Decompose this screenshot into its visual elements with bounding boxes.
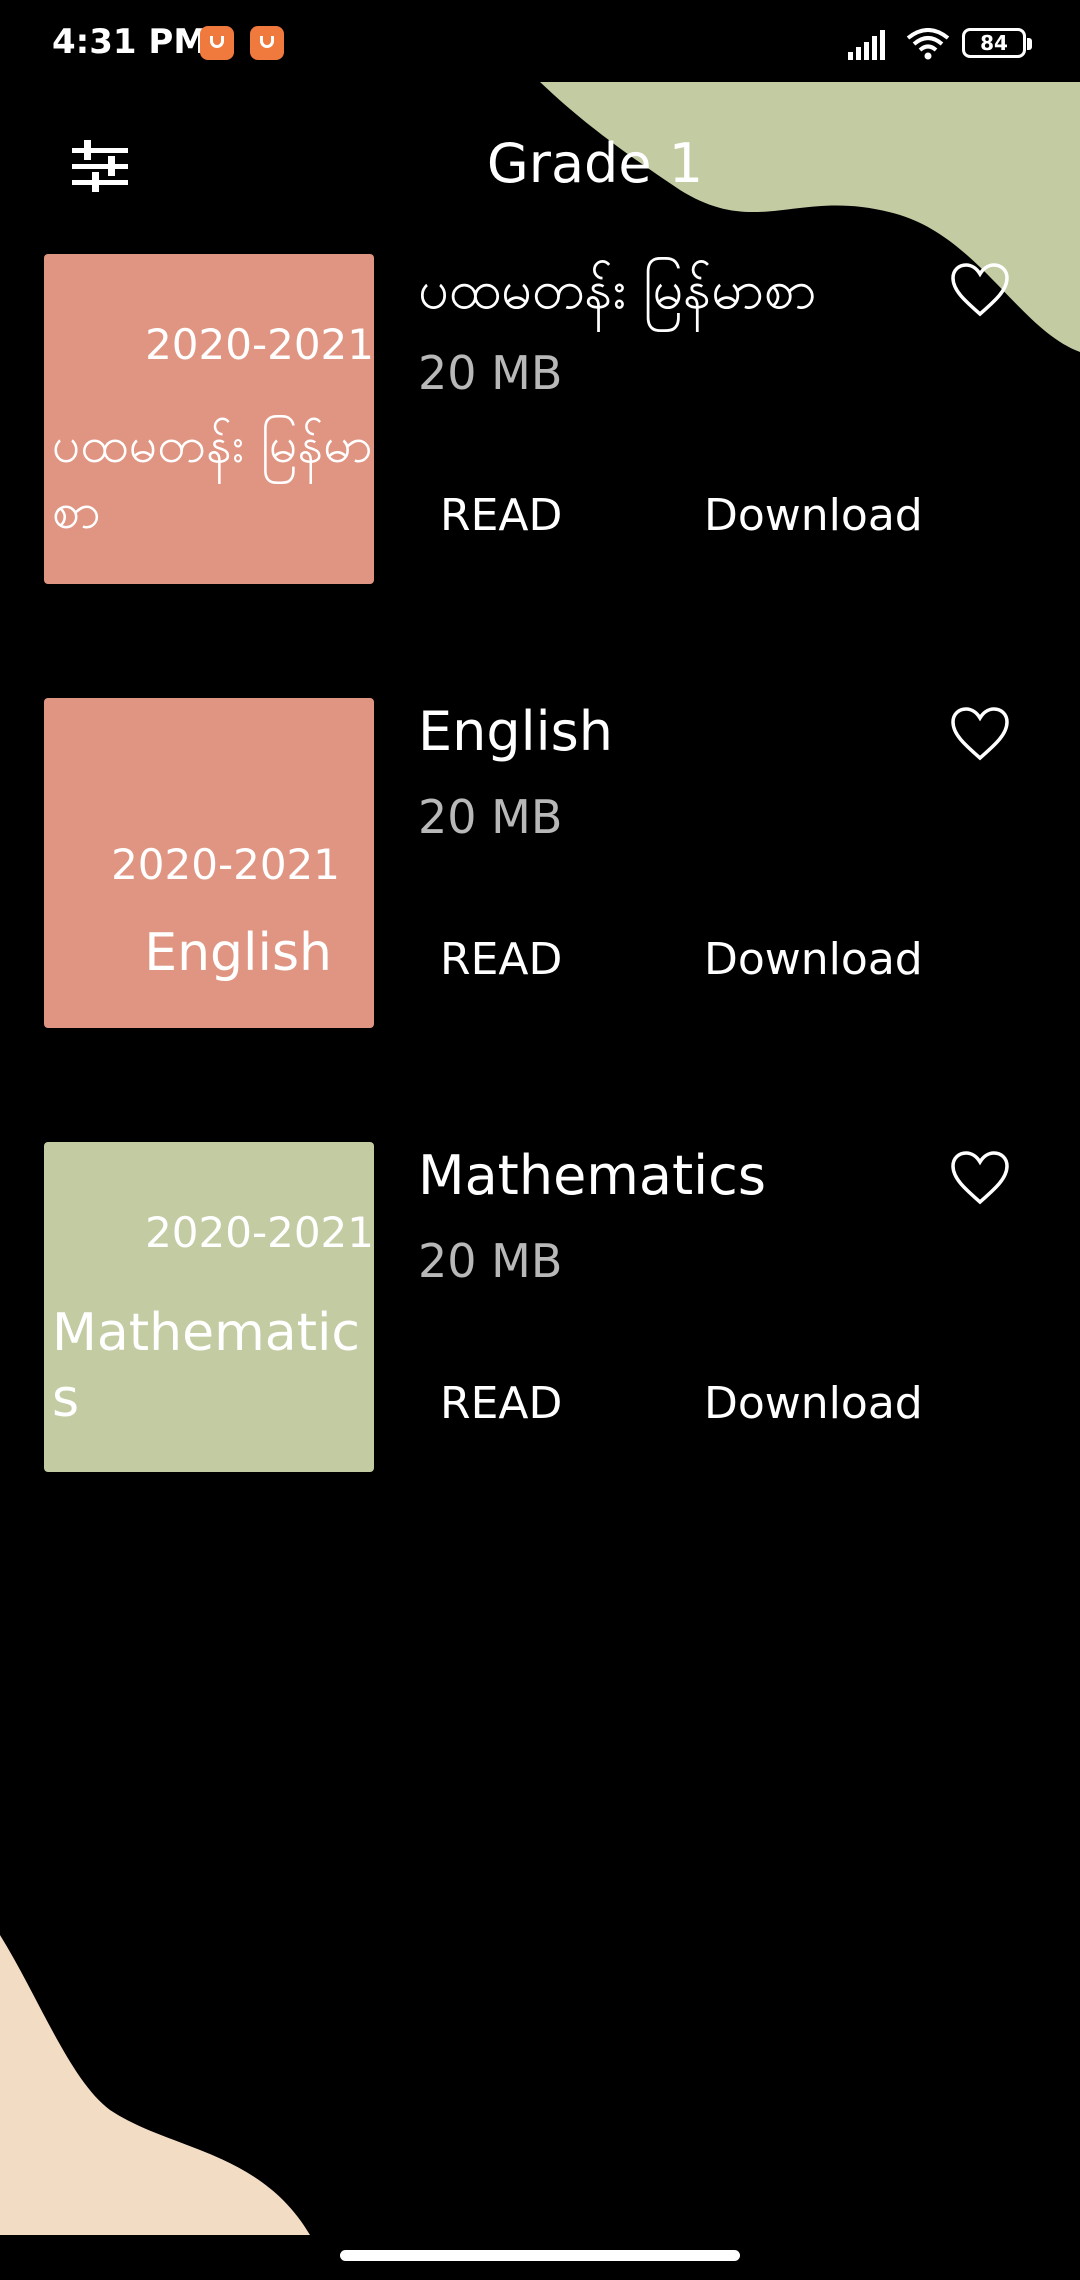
cover-year: 2020-2021 (145, 320, 374, 369)
page-title: Grade 1 (486, 132, 704, 195)
battery-level: 84 (980, 31, 1008, 55)
book-item-english[interactable]: 2020-2021 English English 20 MB READ Dow… (0, 698, 1080, 1028)
status-bar: 4:31 PM 84 (0, 0, 1080, 84)
book-item-myanmar[interactable]: 2020-2021 ပထမတန်း မြန်မာစာ ပထမတန်း မြန်မ… (0, 254, 1080, 584)
book-size: 20 MB (418, 1234, 563, 1288)
home-indicator[interactable] (340, 2250, 740, 2261)
download-button[interactable]: Download (704, 1378, 923, 1429)
book-cover[interactable]: 2020-2021 Mathematics (44, 1142, 374, 1472)
download-button[interactable]: Download (704, 490, 923, 541)
cover-title: English (144, 923, 332, 983)
book-title: ပထမတန်း မြန်မာစာ (418, 258, 817, 321)
download-button[interactable]: Download (704, 934, 923, 985)
book-cover[interactable]: 2020-2021 English (44, 698, 374, 1028)
wifi-icon (906, 28, 950, 60)
status-time: 4:31 PM (52, 22, 208, 62)
cover-year: 2020-2021 (111, 840, 340, 889)
heart-outline-icon[interactable] (950, 1150, 1010, 1206)
app-notification-icon (250, 26, 284, 60)
book-title: Mathematics (418, 1144, 766, 1207)
read-button[interactable]: READ (440, 490, 562, 541)
cover-title: Mathematics (52, 1303, 361, 1429)
book-cover[interactable]: 2020-2021 ပထမတန်း မြန်မာစာ (44, 254, 374, 584)
app-header: Grade 1 (0, 100, 1080, 230)
app-notification-icon (200, 26, 234, 60)
cover-year: 2020-2021 (145, 1208, 374, 1257)
book-size: 20 MB (418, 346, 563, 400)
heart-outline-icon[interactable] (950, 262, 1010, 318)
book-title: English (418, 700, 613, 763)
book-item-mathematics[interactable]: 2020-2021 Mathematics Mathematics 20 MB … (0, 1142, 1080, 1472)
bottom-left-blob (0, 1935, 310, 2235)
book-size: 20 MB (418, 790, 563, 844)
signal-icon (848, 30, 885, 60)
heart-outline-icon[interactable] (950, 706, 1010, 762)
cover-title: ပထမတန်း မြန်မာစာ (52, 416, 373, 540)
read-button[interactable]: READ (440, 934, 562, 985)
battery-icon: 84 (962, 28, 1032, 58)
read-button[interactable]: READ (440, 1378, 562, 1429)
